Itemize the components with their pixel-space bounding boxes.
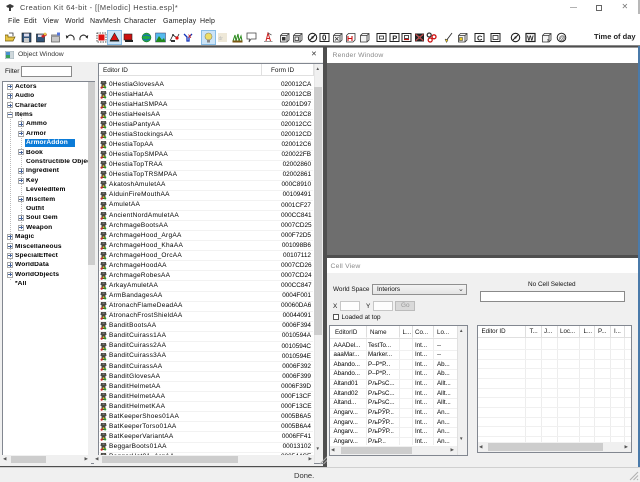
svg-text:P: P (392, 33, 397, 42)
svg-text:dr: dr (219, 36, 224, 42)
svg-text:@: @ (558, 35, 565, 42)
svg-text:C: C (477, 33, 483, 42)
svg-text:W: W (527, 35, 534, 42)
svg-text:0: 0 (322, 34, 327, 43)
